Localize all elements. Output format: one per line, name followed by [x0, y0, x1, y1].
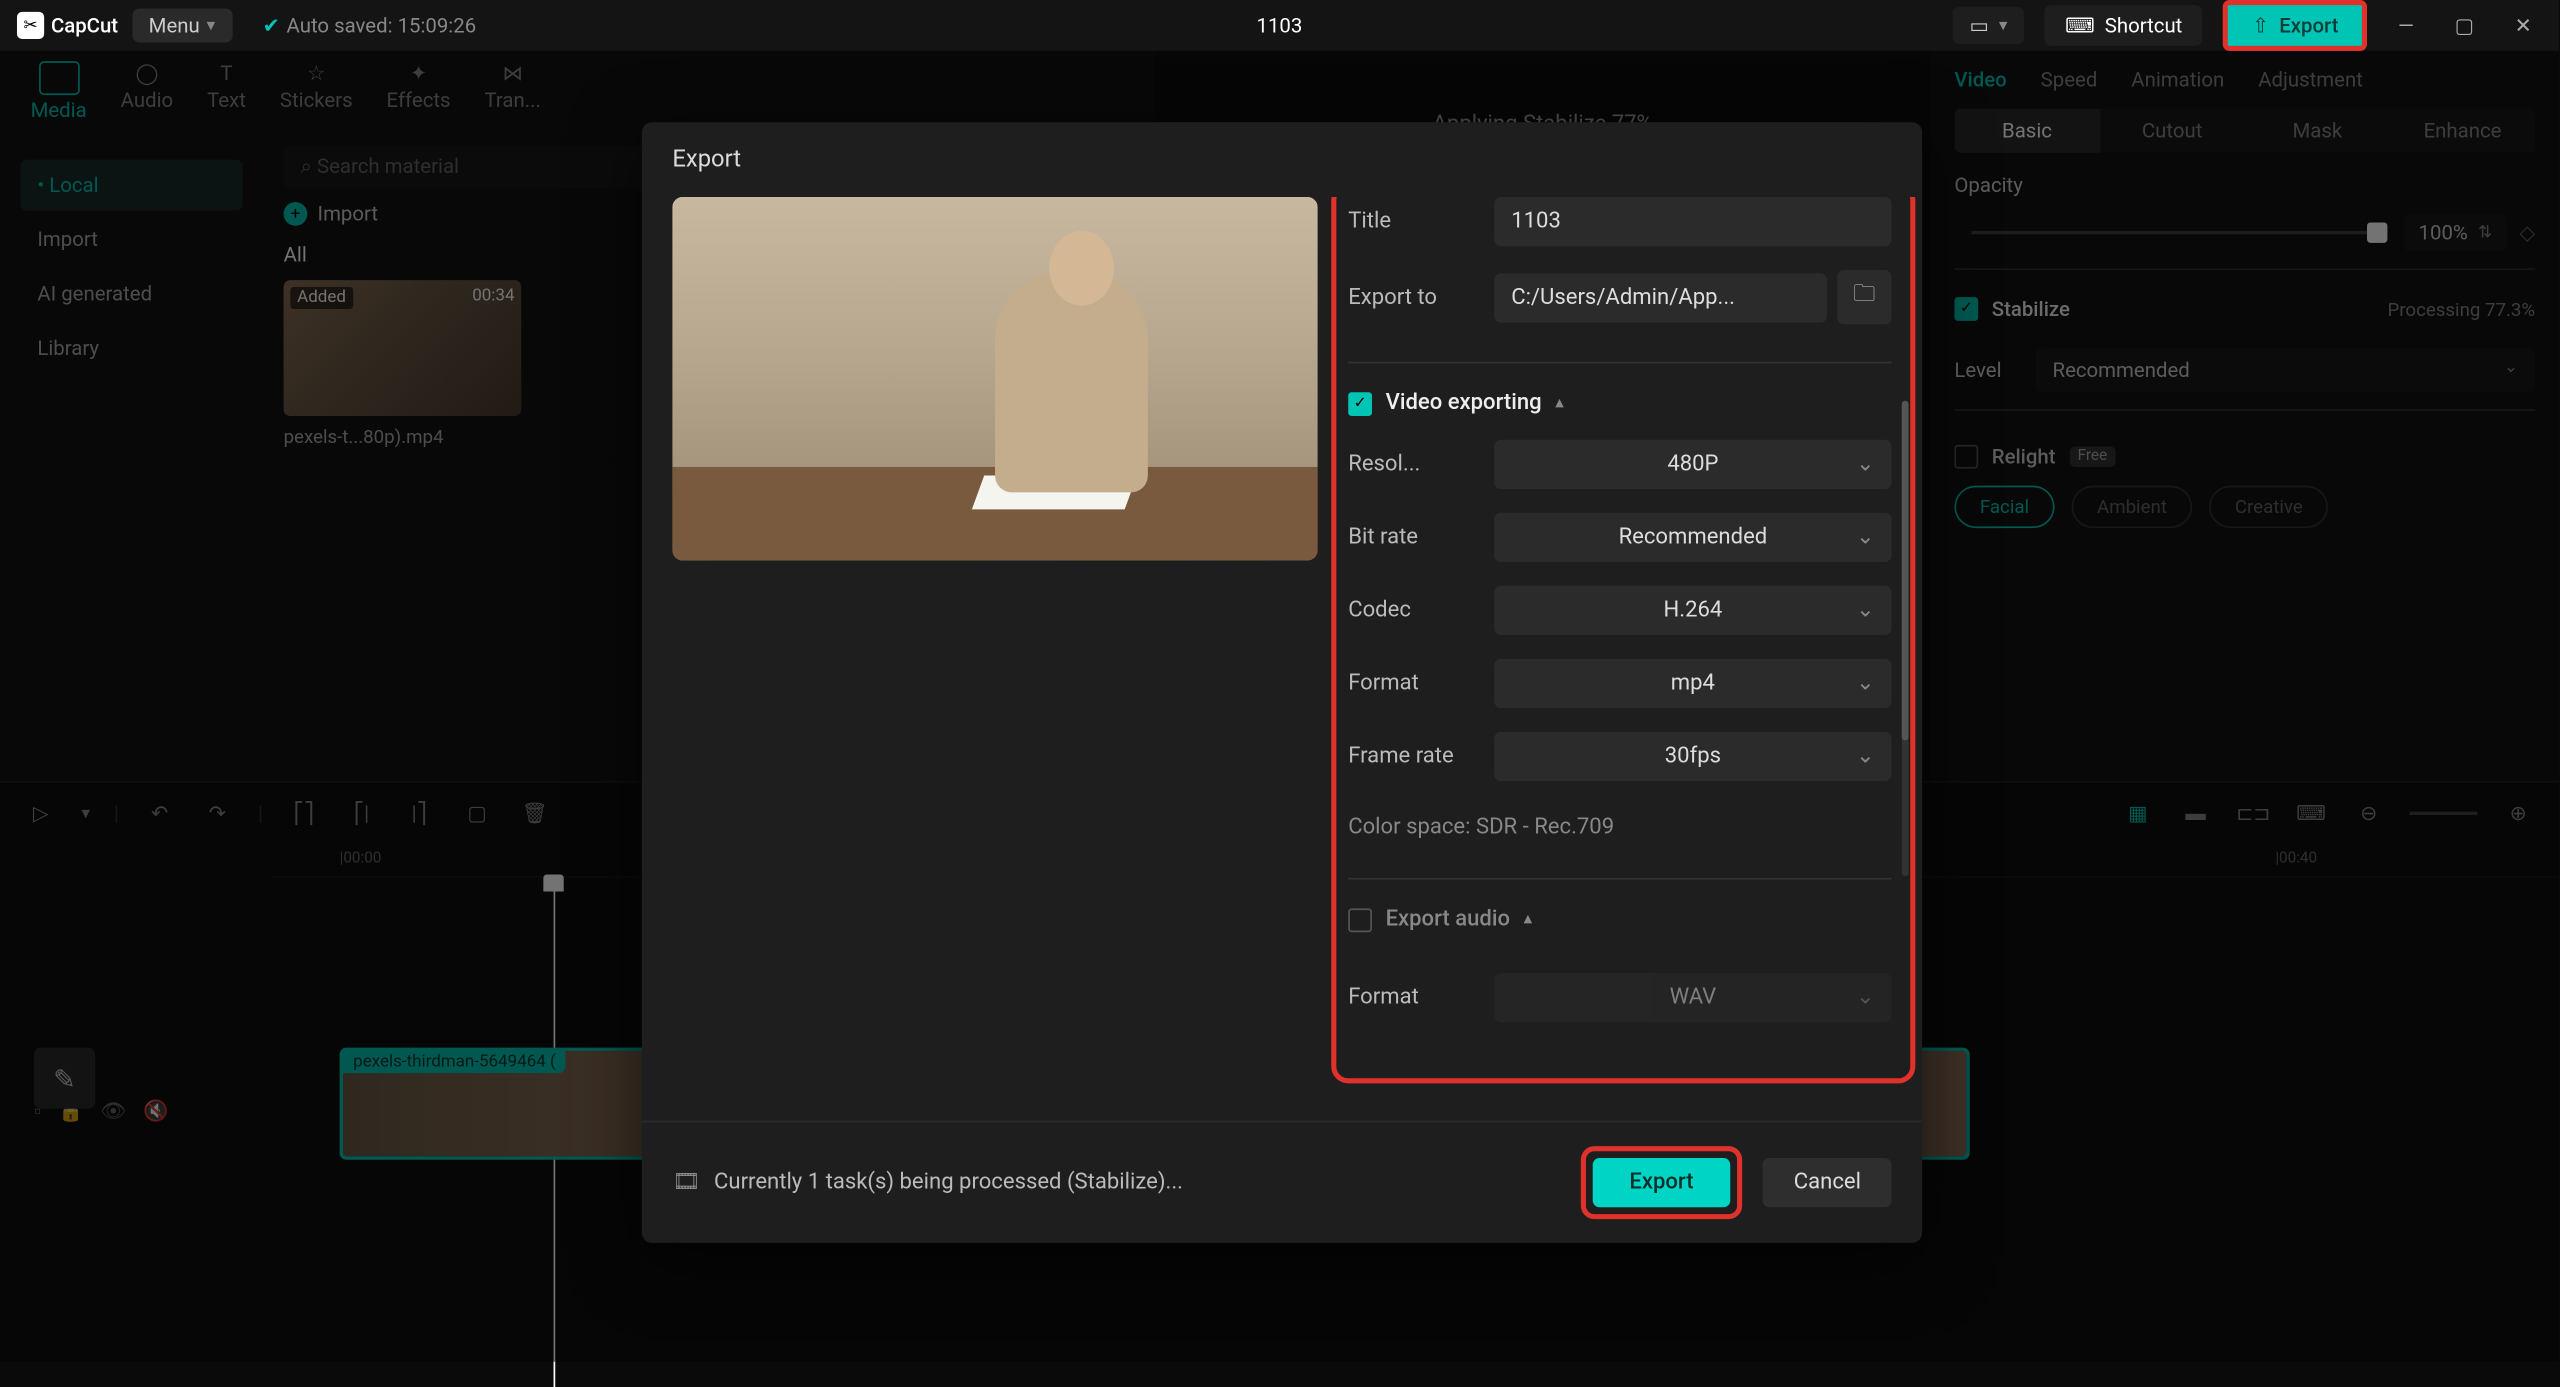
- format-select[interactable]: mp4: [1494, 659, 1891, 708]
- chevron-down-icon: ▾: [207, 16, 216, 35]
- bitrate-label: Bit rate: [1348, 525, 1494, 550]
- keyboard-icon: ⌨: [2065, 14, 2094, 38]
- exportto-path[interactable]: C:/Users/Admin/App...: [1494, 273, 1827, 322]
- export-confirm-button[interactable]: Export: [1592, 1158, 1731, 1207]
- resolution-label: Resol...: [1348, 452, 1494, 477]
- exportto-label: Export to: [1348, 284, 1494, 309]
- video-exporting-checkbox[interactable]: ✓: [1348, 391, 1372, 415]
- bitrate-select[interactable]: Recommended: [1494, 513, 1891, 562]
- title-label: Title: [1348, 209, 1494, 234]
- close-button[interactable]: ✕: [2504, 14, 2541, 38]
- codec-select[interactable]: H.264: [1494, 586, 1891, 635]
- highlight-box: [1331, 197, 1915, 1083]
- framerate-select[interactable]: 30fps: [1494, 732, 1891, 781]
- dialog-title: Export: [642, 122, 1922, 197]
- export-button-top[interactable]: ⇧Export: [2223, 0, 2367, 51]
- format-label: Format: [1348, 671, 1494, 696]
- colorspace-info: Color space: SDR - Rec.709: [1348, 815, 1891, 840]
- export-dialog: Export Title Export to C:/Users/Admin/Ap…: [642, 122, 1922, 1243]
- project-title: 1103: [1257, 14, 1303, 38]
- folder-icon: 🗀: [1853, 278, 1875, 315]
- menu-button[interactable]: Menu▾: [132, 8, 232, 42]
- logo-icon: ✂: [17, 12, 44, 39]
- export-audio-section[interactable]: Export audio ▴: [1348, 907, 1891, 932]
- film-icon: 🎞: [672, 1170, 700, 1195]
- top-bar: ✂ CapCut Menu▾ ✔ Auto saved: 15:09:26 11…: [0, 0, 2559, 51]
- upload-icon: ⇧: [2252, 14, 2269, 38]
- maximize-button[interactable]: ▢: [2444, 14, 2484, 38]
- layout-icon: ▭: [1969, 14, 1988, 38]
- scrollbar[interactable]: [1902, 401, 1909, 876]
- video-exporting-section[interactable]: ✓ Video exporting ▴: [1348, 391, 1891, 416]
- resolution-select[interactable]: 480P: [1494, 440, 1891, 489]
- export-preview: [672, 197, 1317, 560]
- shortcut-button[interactable]: ⌨Shortcut: [2045, 5, 2203, 46]
- audio-format-label: Format: [1348, 985, 1494, 1010]
- brand-name: CapCut: [51, 14, 118, 38]
- collapse-icon: ▴: [1555, 394, 1564, 413]
- check-icon: ✔: [263, 14, 280, 38]
- collapse-icon: ▴: [1524, 910, 1533, 929]
- cancel-button[interactable]: Cancel: [1763, 1158, 1891, 1207]
- export-audio-checkbox[interactable]: [1348, 908, 1372, 932]
- layout-button[interactable]: ▭▾: [1952, 7, 2024, 44]
- app-logo: ✂ CapCut: [17, 12, 118, 39]
- framerate-label: Frame rate: [1348, 744, 1494, 769]
- browse-folder-button[interactable]: 🗀: [1837, 270, 1891, 324]
- title-input[interactable]: [1494, 197, 1891, 246]
- footer-status: Currently 1 task(s) being processed (Sta…: [714, 1170, 1183, 1195]
- export-highlight: Export: [1580, 1146, 1743, 1219]
- minimize-button[interactable]: —: [2388, 14, 2424, 38]
- autosave-status: ✔ Auto saved: 15:09:26: [263, 14, 476, 38]
- audio-format-select[interactable]: WAV: [1494, 973, 1891, 1022]
- codec-label: Codec: [1348, 598, 1494, 623]
